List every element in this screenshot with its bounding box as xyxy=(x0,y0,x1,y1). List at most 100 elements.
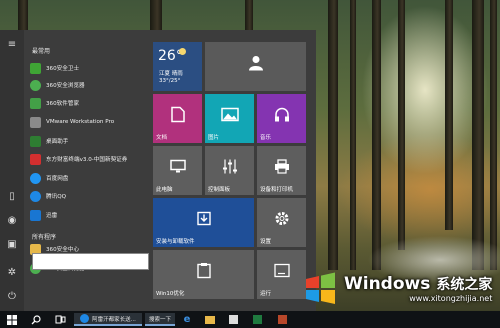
file-explorer-button[interactable] xyxy=(203,313,217,326)
start-button[interactable] xyxy=(4,313,20,326)
printer-icon xyxy=(274,159,290,177)
desktop-assistant-icon xyxy=(30,135,41,147)
search-button[interactable] xyxy=(28,313,44,326)
baidu-netdisk-icon xyxy=(30,172,41,184)
tree-trunk xyxy=(150,0,162,30)
user-icon xyxy=(248,55,264,74)
moon-icon xyxy=(179,48,186,55)
picture-icon xyxy=(220,107,239,125)
xunlei-icon xyxy=(30,209,41,221)
360-software-icon xyxy=(30,97,41,109)
app-label: 桌面助手 xyxy=(46,139,69,145)
hamburger-menu-icon[interactable]: ≡ xyxy=(5,38,19,52)
tree-trunk xyxy=(245,0,253,30)
tile-win10-optimize[interactable]: Win10优化 xyxy=(153,250,254,299)
tile-label: 文档 xyxy=(156,135,168,141)
download-box-icon xyxy=(196,211,211,229)
vmware-icon xyxy=(30,116,41,128)
weather-tile[interactable]: 26° 江夏 晴雨 33°/25° xyxy=(153,42,202,91)
tile-label: 运行 xyxy=(260,291,272,297)
list-item[interactable]: VMware Workstation Pro xyxy=(30,115,150,129)
list-item[interactable]: 迅雷 xyxy=(30,208,150,222)
sliders-icon xyxy=(222,159,238,178)
tree-trunk xyxy=(445,0,453,230)
taskbar: 阿雷汗都家长送... 搜索一下 e xyxy=(0,311,500,328)
list-item[interactable]: 桌面助手 xyxy=(30,134,150,148)
tile-music[interactable]: 音乐 xyxy=(257,94,306,143)
search-icon xyxy=(31,314,41,324)
browser-icon xyxy=(80,314,90,323)
power-icon[interactable]: ⏻ xyxy=(5,290,19,304)
app-label: 迅雷 xyxy=(46,213,58,219)
tile-label: 此电脑 xyxy=(156,187,173,193)
document-icon xyxy=(170,106,185,126)
tile-label: 设置 xyxy=(260,239,272,245)
task-view-button[interactable] xyxy=(52,313,68,326)
tile-label: 控制面板 xyxy=(208,187,231,193)
tile-label: 图片 xyxy=(208,135,220,141)
app-label: 360安全卫士 xyxy=(46,66,80,72)
taskbar-window-label: 阿雷汗都家长送... xyxy=(92,316,136,323)
start-rail: ≡ ▯ ◉ ▣ ✲ ⏻ xyxy=(0,30,24,311)
app-label: 腾讯QQ xyxy=(46,194,66,200)
tile-settings[interactable]: 设置 xyxy=(257,198,306,247)
excel-button[interactable] xyxy=(250,313,264,326)
edge-icon: e xyxy=(183,314,191,325)
watermark-brand: Windows xyxy=(344,273,431,294)
tile-label: Win10优化 xyxy=(156,291,185,297)
app-label: 360软件管家 xyxy=(46,101,80,107)
360-browser-icon xyxy=(30,79,41,91)
tile-devices-printers[interactable]: 设备和打印机 xyxy=(257,146,306,195)
watermark-url: www.xitongzhijia.net xyxy=(409,293,493,303)
list-item[interactable]: 360安全卫士 xyxy=(30,61,150,75)
360-safe-icon xyxy=(30,62,41,74)
store-button[interactable] xyxy=(226,313,240,326)
section-frequent: 最常用 xyxy=(32,48,51,55)
user-icon[interactable]: ◉ xyxy=(5,214,19,228)
eastmoney-icon xyxy=(30,153,41,165)
list-item[interactable]: 腾讯QQ xyxy=(30,189,150,203)
tile-label: 安装与卸载软件 xyxy=(156,239,195,245)
app-label: VMware Workstation Pro xyxy=(46,119,115,125)
gear-icon[interactable]: ✲ xyxy=(5,266,19,280)
tile-label: 设备和打印机 xyxy=(260,187,294,193)
tile-control-panel[interactable]: 控制面板 xyxy=(205,146,254,195)
watermark: Windows 系统之家 www.xitongzhijia.net xyxy=(300,268,498,308)
start-menu: ≡ ▯ ◉ ▣ ✲ ⏻ 最常用 360安全卫士 360安全浏览器 360软件管家… xyxy=(0,30,316,311)
tree-trunk xyxy=(18,0,28,30)
app-icon xyxy=(277,315,287,324)
tree-trunk xyxy=(398,0,405,250)
user-tile[interactable] xyxy=(205,42,306,91)
watermark-site: 系统之家 xyxy=(436,276,493,293)
task-view-icon xyxy=(55,315,65,324)
qq-icon xyxy=(30,190,41,202)
list-item[interactable]: 百度网盘 xyxy=(30,171,150,185)
gear-icon xyxy=(274,211,290,230)
windows-logo-icon xyxy=(7,314,17,325)
app-button[interactable] xyxy=(275,313,289,326)
tile-label: 音乐 xyxy=(260,135,272,141)
taskbar-window-button[interactable]: 阿雷汗都家长送... xyxy=(74,313,142,326)
app-label: 百度网盘 xyxy=(46,176,69,182)
app-label: 360安全浏览器 xyxy=(46,83,85,89)
folder-icon xyxy=(205,315,215,324)
list-item[interactable]: 360软件管家 xyxy=(30,96,150,110)
tile-pictures[interactable]: 图片 xyxy=(205,94,254,143)
list-item[interactable]: 东方财富终端v3.0-中国新契证券 xyxy=(30,152,150,166)
tile-this-pc[interactable]: 此电脑 xyxy=(153,146,202,195)
taskbar-window-button-2[interactable]: 搜索一下 xyxy=(145,313,175,326)
list-item[interactable]: 360安全浏览器 xyxy=(30,78,150,92)
edge-button[interactable]: e xyxy=(180,313,194,326)
weather-range: 33°/25° xyxy=(159,78,181,84)
document-icon[interactable]: ▯ xyxy=(5,190,19,204)
tile-documents[interactable]: 文档 xyxy=(153,94,202,143)
clipboard-icon xyxy=(196,263,211,282)
windows-flag-logo xyxy=(306,272,335,304)
pictures-icon[interactable]: ▣ xyxy=(5,238,19,252)
taskbar-window-label: 搜索一下 xyxy=(148,316,171,323)
tile-install-uninstall[interactable]: 安装与卸载软件 xyxy=(153,198,254,247)
tile-run[interactable]: 运行 xyxy=(257,250,306,299)
section-all-apps: 所有程序 xyxy=(32,234,57,241)
search-input[interactable] xyxy=(32,253,149,270)
app-label: 东方财富终端v3.0-中国新契证券 xyxy=(46,157,128,163)
